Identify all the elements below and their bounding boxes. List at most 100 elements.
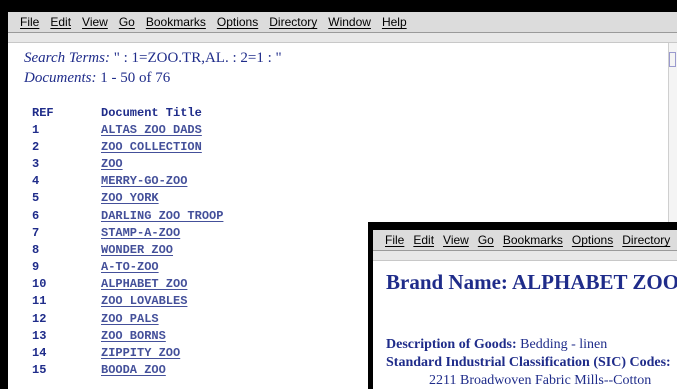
table-row: 14 ZIPPITY ZOO (32, 344, 223, 361)
title-cell: WONDER ZOO (101, 241, 223, 258)
title-cell: ZOO BORNS (101, 327, 223, 344)
search-terms-value: " : 1=ZOO.TR,AL. : 2=1 : " (113, 50, 282, 66)
title-cell: ZOO (101, 155, 223, 172)
menu-edit[interactable]: Edit (50, 15, 71, 29)
title-column-header: Document Title (101, 105, 202, 120)
ref-number: 4 (32, 174, 40, 189)
document-title-link[interactable]: ALTAS ZOO DADS (101, 123, 202, 137)
ref-number: 11 (32, 294, 47, 309)
table-row: 10 ALPHABET ZOO (32, 276, 223, 293)
search-terms-label: Search Terms: (24, 50, 110, 66)
title-cell: ZOO LOVABLES (101, 293, 223, 310)
title-cell: BOODA ZOO (101, 362, 223, 379)
document-title-link[interactable]: DARLING ZOO TROOP (101, 209, 223, 223)
sic-code-item: 2211 Broadwoven Fabric Mills--Cotton (429, 373, 652, 388)
table-row: 12 ZOO PALS (32, 310, 223, 327)
menu-directory[interactable]: Directory (269, 15, 317, 29)
title-cell: MERRY-GO-ZOO (101, 173, 223, 190)
menu-window[interactable]: Window (328, 15, 371, 29)
ref-number: 5 (32, 191, 40, 206)
table-row: 1 ALTAS ZOO DADS (32, 121, 223, 138)
document-title-link[interactable]: STAMP-A-ZOO (101, 226, 180, 240)
ref-number: 13 (32, 328, 47, 343)
table-row: 2 ZOO COLLECTION (32, 138, 223, 155)
document-title-link[interactable]: A-TO-ZOO (101, 260, 159, 274)
ref-number: 15 (32, 363, 47, 378)
title-cell: A-TO-ZOO (101, 259, 223, 276)
detail-content: Brand Name: ALPHABET ZOO Description of … (373, 270, 677, 389)
title-cell: ZOO YORK (101, 190, 223, 207)
description-line: Description of Goods: Bedding - linen (386, 336, 677, 354)
menu-edit[interactable]: Edit (413, 233, 434, 247)
menu-options[interactable]: Options (572, 233, 613, 247)
document-title-link[interactable]: ZOO YORK (101, 191, 159, 205)
documents-line: Documents: 1 - 50 of 76 (24, 68, 677, 88)
brand-name-heading: Brand Name: ALPHABET ZOO (386, 270, 677, 294)
toolbar-strip (8, 33, 677, 43)
ref-number: 7 (32, 225, 40, 240)
title-cell: STAMP-A-ZOO (101, 224, 223, 241)
table-row: 7 STAMP-A-ZOO (32, 224, 223, 241)
ref-number: 10 (32, 277, 47, 292)
ref-column-header: REF (32, 105, 54, 120)
ref-number: 1 (32, 122, 40, 137)
ref-number: 6 (32, 208, 40, 223)
scroll-up-button[interactable] (669, 52, 676, 67)
table-row: 8 WONDER ZOO (32, 241, 223, 258)
description-value: Bedding - linen (520, 337, 608, 352)
menu-options[interactable]: Options (217, 15, 258, 29)
title-cell: ZOO COLLECTION (101, 138, 223, 155)
document-title-link[interactable]: ALPHABET ZOO (101, 277, 187, 291)
toolbar-strip (373, 251, 677, 261)
title-cell: ZOO PALS (101, 310, 223, 327)
results-header-row: REF Document Title (32, 104, 223, 121)
document-title-link[interactable]: WONDER ZOO (101, 243, 173, 257)
table-row: 3 ZOO (32, 155, 223, 172)
ref-number: 14 (32, 346, 47, 361)
menu-help[interactable]: Help (382, 15, 407, 29)
document-title-link[interactable]: ZOO (101, 157, 123, 171)
menu-bar: File Edit View Go Bookmarks Options Directory (373, 230, 677, 251)
results-table: REF Document Title 1 ALTAS ZOO DADS 2 ZOO C… (32, 104, 223, 379)
title-cell: ZIPPITY ZOO (101, 344, 223, 361)
title-cell: ALTAS ZOO DADS (101, 121, 223, 138)
table-row: 9 A-TO-ZOO (32, 259, 223, 276)
document-title-link[interactable]: ZOO BORNS (101, 329, 166, 343)
menu-view[interactable]: View (82, 15, 108, 29)
document-title-link[interactable]: ZOO PALS (101, 312, 159, 326)
ref-number: 9 (32, 260, 40, 275)
document-title-link[interactable]: ZOO COLLECTION (101, 140, 202, 154)
ref-number: 3 (32, 156, 40, 171)
document-title-link[interactable]: MERRY-GO-ZOO (101, 174, 187, 188)
documents-label: Documents: (24, 70, 97, 86)
trademark-detail-window: File Edit View Go Bookmarks Options Directory … (368, 222, 677, 389)
table-row: 4 MERRY-GO-ZOO (32, 173, 223, 190)
menu-file[interactable]: File (385, 233, 404, 247)
ref-number: 2 (32, 139, 40, 154)
menu-bookmarks[interactable]: Bookmarks (146, 15, 206, 29)
table-row: 5 ZOO YORK (32, 190, 223, 207)
search-terms-line: Search Terms: " : 1=ZOO.TR,AL. : 2=1 : " (24, 48, 677, 68)
documents-range: 1 - 50 of 76 (100, 70, 171, 86)
sic-codes-label: Standard Industrial Classification (SIC)… (386, 355, 671, 370)
menu-bookmarks[interactable]: Bookmarks (503, 233, 563, 247)
menu-directory[interactable]: Directory (622, 233, 670, 247)
menu-go[interactable]: Go (119, 15, 135, 29)
ref-number: 8 (32, 242, 40, 257)
table-row: 11 ZOO LOVABLES (32, 293, 223, 310)
menu-bar: File Edit View Go Bookmarks Options Directory W… (8, 12, 677, 33)
menu-file[interactable]: File (20, 15, 39, 29)
menu-view[interactable]: View (443, 233, 469, 247)
document-title-link[interactable]: ZIPPITY ZOO (101, 346, 180, 360)
table-row: 15 BOODA ZOO (32, 362, 223, 379)
document-title-link[interactable]: ZOO LOVABLES (101, 294, 187, 308)
document-title-link[interactable]: BOODA ZOO (101, 363, 166, 377)
ref-number: 12 (32, 311, 47, 326)
title-cell: ALPHABET ZOO (101, 276, 223, 293)
table-row: 6 DARLING ZOO TROOP (32, 207, 223, 224)
description-label: Description of Goods: (386, 337, 517, 352)
detail-window-frame: File Edit View Go Bookmarks Options Directory … (373, 230, 677, 389)
table-row: 13 ZOO BORNS (32, 327, 223, 344)
menu-go[interactable]: Go (478, 233, 494, 247)
title-cell: DARLING ZOO TROOP (101, 207, 223, 224)
